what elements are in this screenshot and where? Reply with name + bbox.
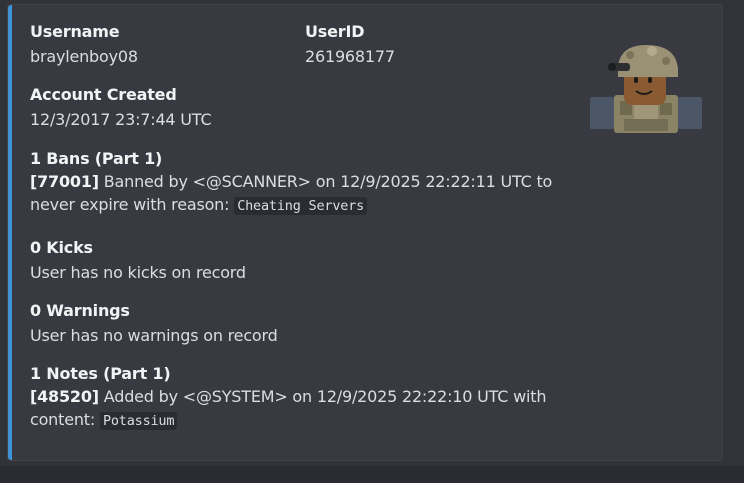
ban-text-line2: never expire with reason: bbox=[30, 195, 235, 214]
kicks-label: 0 Kicks bbox=[30, 238, 93, 257]
ban-reason-code: Cheating Servers bbox=[234, 197, 368, 215]
notes-label: 1 Notes (Part 1) bbox=[30, 364, 171, 383]
ban-id: [77001] bbox=[30, 172, 99, 191]
note-id: [48520] bbox=[30, 387, 99, 406]
user-info-embed: Username braylenboy08 UserID 261968177 A… bbox=[7, 4, 723, 461]
bans-field: 1 Bans (Part 1) [77001] Banned by <@SCAN… bbox=[30, 149, 590, 218]
kicks-value: User has no kicks on record bbox=[30, 263, 246, 282]
notes-field: 1 Notes (Part 1) [48520] Added by <@SYST… bbox=[30, 364, 590, 433]
account-created-value: 12/3/2017 23:7:44 UTC bbox=[30, 110, 212, 129]
warnings-label: 0 Warnings bbox=[30, 301, 130, 320]
warnings-value: User has no warnings on record bbox=[30, 326, 278, 345]
message-divider bbox=[0, 466, 744, 483]
userid-field: UserID 261968177 bbox=[305, 22, 395, 68]
bans-label: 1 Bans (Part 1) bbox=[30, 149, 163, 168]
userid-label: UserID bbox=[305, 22, 365, 41]
ban-entry: [77001] Banned by <@SCANNER> on 12/9/202… bbox=[30, 170, 590, 218]
note-content-code: Potassium bbox=[99, 412, 178, 430]
account-created-field: Account Created 12/3/2017 23:7:44 UTC bbox=[30, 85, 212, 131]
note-text-line1: Added by <@SYSTEM> on 12/9/2025 22:22:10… bbox=[98, 387, 547, 406]
embed-accent-bar bbox=[8, 5, 12, 460]
note-text-line2: content: bbox=[30, 410, 100, 429]
account-created-label: Account Created bbox=[30, 85, 177, 104]
username-label: Username bbox=[30, 22, 120, 41]
username-value: braylenboy08 bbox=[30, 47, 138, 66]
discord-message-area: Username braylenboy08 UserID 261968177 A… bbox=[0, 0, 744, 483]
userid-value: 261968177 bbox=[305, 47, 395, 66]
kicks-field: 0 Kicks User has no kicks on record bbox=[30, 238, 246, 284]
warnings-field: 0 Warnings User has no warnings on recor… bbox=[30, 301, 278, 347]
avatar-thumbnail[interactable] bbox=[590, 41, 702, 135]
note-entry: [48520] Added by <@SYSTEM> on 12/9/2025 … bbox=[30, 385, 590, 433]
roblox-avatar-icon bbox=[590, 45, 702, 133]
username-field: Username braylenboy08 bbox=[30, 22, 138, 68]
ban-text-line1: Banned by <@SCANNER> on 12/9/2025 22:22:… bbox=[98, 172, 553, 191]
